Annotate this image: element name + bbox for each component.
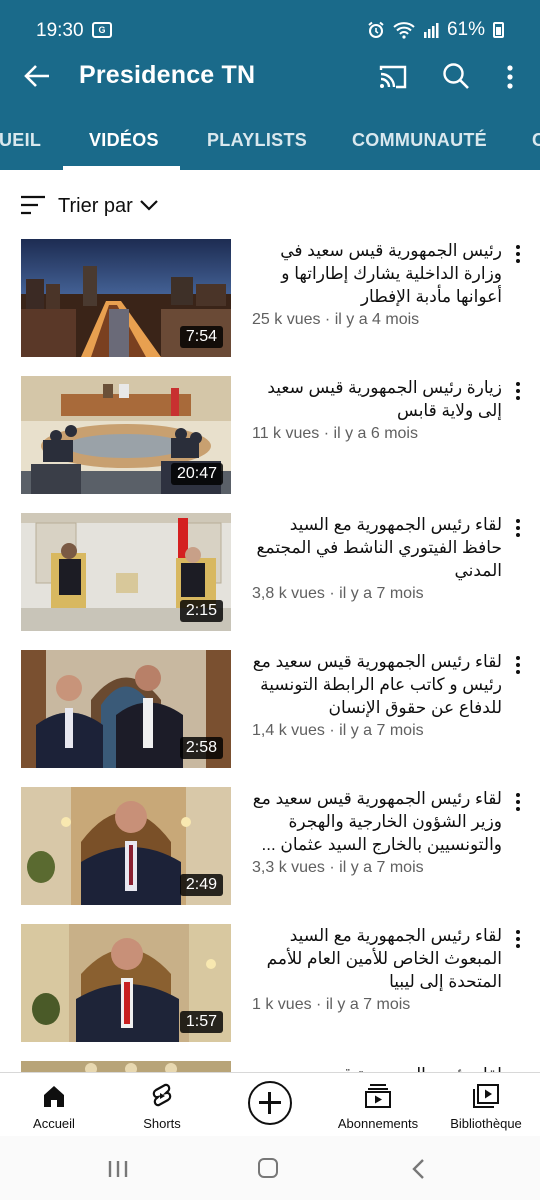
nav-subscriptions[interactable]: Abonnements	[324, 1081, 432, 1131]
shorts-icon	[152, 1083, 172, 1107]
video-duration: 2:58	[179, 737, 223, 759]
more-vert-icon[interactable]	[510, 517, 526, 539]
video-item[interactable]: 2:58 لقاء رئيس الجمهورية قيس سعيد مع رئي…	[0, 650, 540, 768]
back-icon[interactable]	[411, 1158, 425, 1180]
video-thumbnail[interactable]: 7:54	[21, 239, 231, 357]
video-meta: 11 k vues · il y a 6 mois	[252, 425, 418, 442]
video-meta: 1 k vues · il y a 7 mois	[252, 996, 411, 1013]
video-title[interactable]: لقاء رئيس الجمهورية مع السيد المبعوث الخ…	[252, 924, 502, 993]
video-item[interactable]: 2:15 لقاء رئيس الجمهورية مع السيد حافظ ا…	[0, 513, 540, 631]
home-button-icon[interactable]	[258, 1158, 278, 1178]
sim-icon: G	[92, 22, 112, 38]
home-icon	[44, 1086, 64, 1107]
video-item-partial[interactable]: لقاء رئيس الجمهورية قيس سعيد	[0, 1061, 540, 1072]
video-item[interactable]: 20:47 زيارة رئيس الجمهورية قيس سعيد إلى …	[0, 376, 540, 494]
video-duration: 2:15	[179, 600, 223, 622]
tab-playlists[interactable]: PLAYLISTS	[207, 130, 307, 151]
tab-community[interactable]: COMMUNAUTÉ	[352, 130, 487, 151]
more-vert-icon[interactable]	[510, 380, 526, 402]
video-title[interactable]: لقاء رئيس الجمهورية مع السيد حافظ الفيتو…	[252, 513, 502, 582]
subscriptions-icon	[365, 1084, 391, 1108]
video-meta: 25 k vues · il y a 4 mois	[252, 311, 420, 328]
back-arrow-icon[interactable]	[22, 61, 52, 91]
video-views: 3,8 k vues	[252, 585, 325, 602]
bottom-navigation: Accueil Shorts Abonnements Bibliothèque	[0, 1072, 540, 1136]
video-age: il y a 4 mois	[334, 311, 420, 328]
video-age: il y a 7 mois	[339, 859, 424, 876]
sort-icon	[21, 195, 45, 215]
cast-icon[interactable]	[378, 62, 408, 92]
recent-apps-icon[interactable]	[107, 1160, 129, 1178]
more-vert-icon[interactable]	[510, 791, 526, 813]
library-icon	[473, 1084, 499, 1108]
video-title[interactable]: لقاء رئيس الجمهورية قيس سعيد	[252, 1063, 502, 1072]
channel-title: Presidence TN	[79, 61, 256, 89]
app-bar: Presidence TN	[0, 44, 540, 110]
more-vert-icon[interactable]	[510, 243, 526, 265]
video-thumbnail[interactable]: 2:58	[21, 650, 231, 768]
more-vert-icon[interactable]	[510, 654, 526, 676]
video-views: 1 k vues	[252, 996, 312, 1013]
video-duration: 1:57	[179, 1011, 223, 1033]
tab-accueil[interactable]: UEIL	[0, 130, 41, 151]
signal-icon	[423, 23, 439, 38]
sort-label: Trier par	[58, 195, 133, 217]
status-icons: 61%	[367, 19, 504, 41]
chevron-down-icon	[140, 200, 158, 211]
nav-library[interactable]: Bibliothèque	[432, 1081, 540, 1131]
video-meta: 3,3 k vues · il y a 7 mois	[252, 859, 424, 876]
video-item[interactable]: 1:57 لقاء رئيس الجمهورية مع السيد المبعو…	[0, 924, 540, 1042]
video-age: il y a 7 mois	[339, 585, 424, 602]
video-title[interactable]: زيارة رئيس الجمهورية قيس سعيد إلى ولاية …	[252, 376, 502, 422]
search-icon[interactable]	[441, 61, 471, 91]
more-vert-icon[interactable]	[510, 928, 526, 950]
tab-videos[interactable]: VIDÉOS	[89, 130, 159, 151]
video-meta: 3,8 k vues · il y a 7 mois	[252, 585, 424, 602]
video-views: 11 k vues	[252, 425, 320, 442]
nav-library-label: Bibliothèque	[450, 1116, 522, 1131]
video-thumbnail[interactable]: 2:15	[21, 513, 231, 631]
nav-shorts-label: Shorts	[143, 1116, 181, 1131]
status-time: 19:30	[36, 20, 84, 41]
video-item[interactable]: 2:49 لقاء رئيس الجمهورية قيس سعيد مع وزي…	[0, 787, 540, 905]
video-age: il y a 7 mois	[325, 996, 411, 1013]
video-thumbnail[interactable]: 20:47	[21, 376, 231, 494]
video-age: il y a 6 mois	[333, 425, 418, 442]
nav-home-label: Accueil	[33, 1116, 75, 1131]
status-bar: 19:30 G 61%	[0, 0, 540, 44]
video-views: 1,4 k vues	[252, 722, 325, 739]
video-thumbnail[interactable]	[21, 1061, 231, 1072]
channel-tabs: UEIL VIDÉOS PLAYLISTS COMMUNAUTÉ C	[0, 110, 540, 170]
video-duration: 20:47	[170, 463, 223, 485]
nav-home[interactable]: Accueil	[0, 1081, 108, 1131]
alarm-icon	[368, 21, 384, 38]
nav-subscriptions-label: Abonnements	[337, 1116, 419, 1131]
video-meta: 1,4 k vues · il y a 7 mois	[252, 722, 424, 739]
create-icon[interactable]	[248, 1081, 292, 1125]
video-item[interactable]: 7:54 رئيس الجمهورية قيس سعيد في وزارة ال…	[0, 239, 540, 357]
more-options-icon[interactable]	[500, 62, 520, 92]
battery-icon	[493, 22, 504, 38]
video-views: 3,3 k vues	[252, 859, 325, 876]
video-title[interactable]: رئيس الجمهورية قيس سعيد في وزارة الداخلي…	[252, 239, 502, 308]
battery-percent: 61%	[446, 19, 485, 40]
video-duration: 7:54	[179, 326, 223, 348]
video-thumbnail[interactable]: 2:49	[21, 787, 231, 905]
video-duration: 2:49	[179, 874, 223, 896]
video-views: 25 k vues	[252, 311, 321, 328]
video-title[interactable]: لقاء رئيس الجمهورية قيس سعيد مع وزير الش…	[252, 787, 502, 856]
system-navigation-bar	[0, 1136, 540, 1200]
sort-bar[interactable]: Trier par	[0, 170, 540, 236]
wifi-icon	[393, 22, 415, 39]
tab-channels[interactable]: C	[532, 130, 540, 151]
video-title[interactable]: لقاء رئيس الجمهورية قيس سعيد مع رئيس و ك…	[252, 650, 502, 719]
video-age: il y a 7 mois	[339, 722, 424, 739]
nav-shorts[interactable]: Shorts	[108, 1081, 216, 1131]
video-thumbnail[interactable]: 1:57	[21, 924, 231, 1042]
